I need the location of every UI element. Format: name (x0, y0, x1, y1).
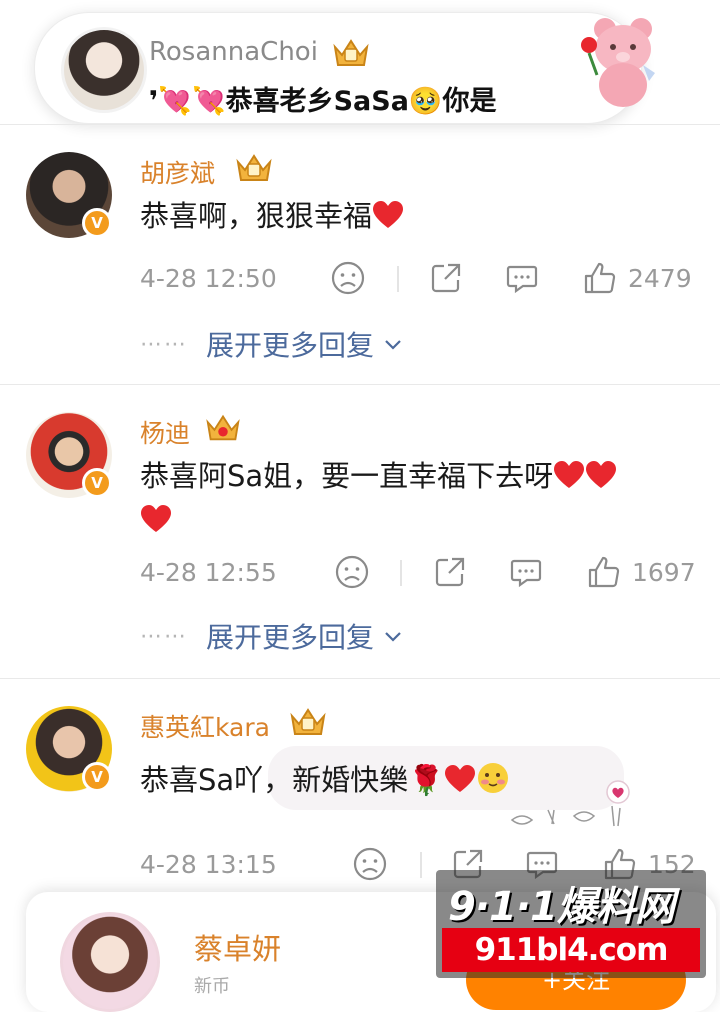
comment-icon[interactable] (504, 260, 540, 296)
profile-name[interactable]: 蔡卓妍 (194, 926, 281, 968)
crown-icon (236, 154, 272, 181)
username[interactable]: RosannaChoi (149, 37, 318, 67)
comment-time: 4-28 12:50 (140, 264, 277, 293)
expand-replies-link[interactable]: ⋯⋯ 展开更多回复 (140, 324, 403, 364)
comment-username[interactable]: 胡彦斌 (140, 154, 215, 190)
crown-icon (333, 39, 369, 66)
heart-icon (373, 201, 404, 228)
hand-gesture-stickers (510, 780, 630, 827)
divider (0, 384, 720, 385)
avatar[interactable]: V (26, 706, 112, 792)
divider (400, 560, 402, 586)
heart-icon (586, 461, 617, 488)
heart-icon (141, 505, 171, 532)
comment-time: 4-28 12:55 (140, 558, 277, 587)
comment-time: 4-28 13:15 (140, 850, 277, 879)
verified-v-icon: V (82, 762, 112, 792)
crown-icon (206, 414, 240, 441)
frown-icon[interactable] (330, 260, 366, 296)
verified-v-icon: V (82, 208, 112, 238)
thumbs-up-icon[interactable] (586, 554, 622, 590)
chevron-down-icon (385, 340, 401, 350)
comment-text-continued (140, 498, 172, 542)
comment-icon[interactable] (508, 554, 544, 590)
watermark: 9·1·1爆料网 911bl4.com (436, 870, 706, 978)
expand-replies-link[interactable]: ⋯⋯ 展开更多回复 (140, 616, 403, 656)
profile-subtitle: 新币 (194, 976, 230, 997)
thumbs-up-icon[interactable] (582, 260, 618, 296)
divider (420, 852, 422, 878)
crown-icon (290, 708, 326, 735)
share-icon[interactable] (428, 260, 464, 296)
share-icon[interactable] (432, 554, 468, 590)
blushing-face-icon (478, 763, 509, 793)
comment-text: 恭喜阿Sa姐，要一直幸福下去呀 (140, 454, 617, 498)
avatar[interactable] (61, 27, 147, 113)
chevron-down-icon (385, 632, 401, 642)
comment-actions: 4-28 12:55 1697 (140, 554, 700, 594)
comment-text: 恭喜Sa吖，新婚快樂🌹 (140, 758, 510, 802)
comment-preview-text: ❜💘💘恭喜老乡SaSa🥹你是 (149, 86, 497, 117)
watermark-logo-text: 9·1·1爆料网 (448, 884, 675, 930)
pinned-comment-card[interactable]: RosannaChoi ❜💘💘恭喜老乡SaSa🥹你是 (34, 12, 655, 124)
teddy-bear-sticker (581, 18, 655, 107)
frown-icon[interactable] (334, 554, 370, 590)
heart-icon (445, 765, 476, 792)
comment-username[interactable]: 杨迪 (140, 414, 190, 450)
like-count: 1697 (632, 558, 696, 587)
like-count: 2479 (628, 264, 692, 293)
divider (0, 678, 720, 679)
divider (0, 124, 720, 125)
divider (397, 266, 399, 292)
verified-v-icon: V (82, 468, 112, 498)
heart-icon (554, 461, 585, 488)
comment-text: 恭喜啊，狠狠幸福 (140, 194, 404, 238)
comment-username[interactable]: 惠英紅kara (140, 708, 270, 744)
avatar[interactable] (60, 912, 160, 1012)
comment-actions: 4-28 12:50 2479 (140, 260, 700, 300)
frown-icon[interactable] (352, 846, 388, 882)
avatar[interactable]: V (26, 412, 112, 498)
avatar[interactable]: V (26, 152, 112, 238)
watermark-url: 911bl4.com (442, 928, 700, 972)
